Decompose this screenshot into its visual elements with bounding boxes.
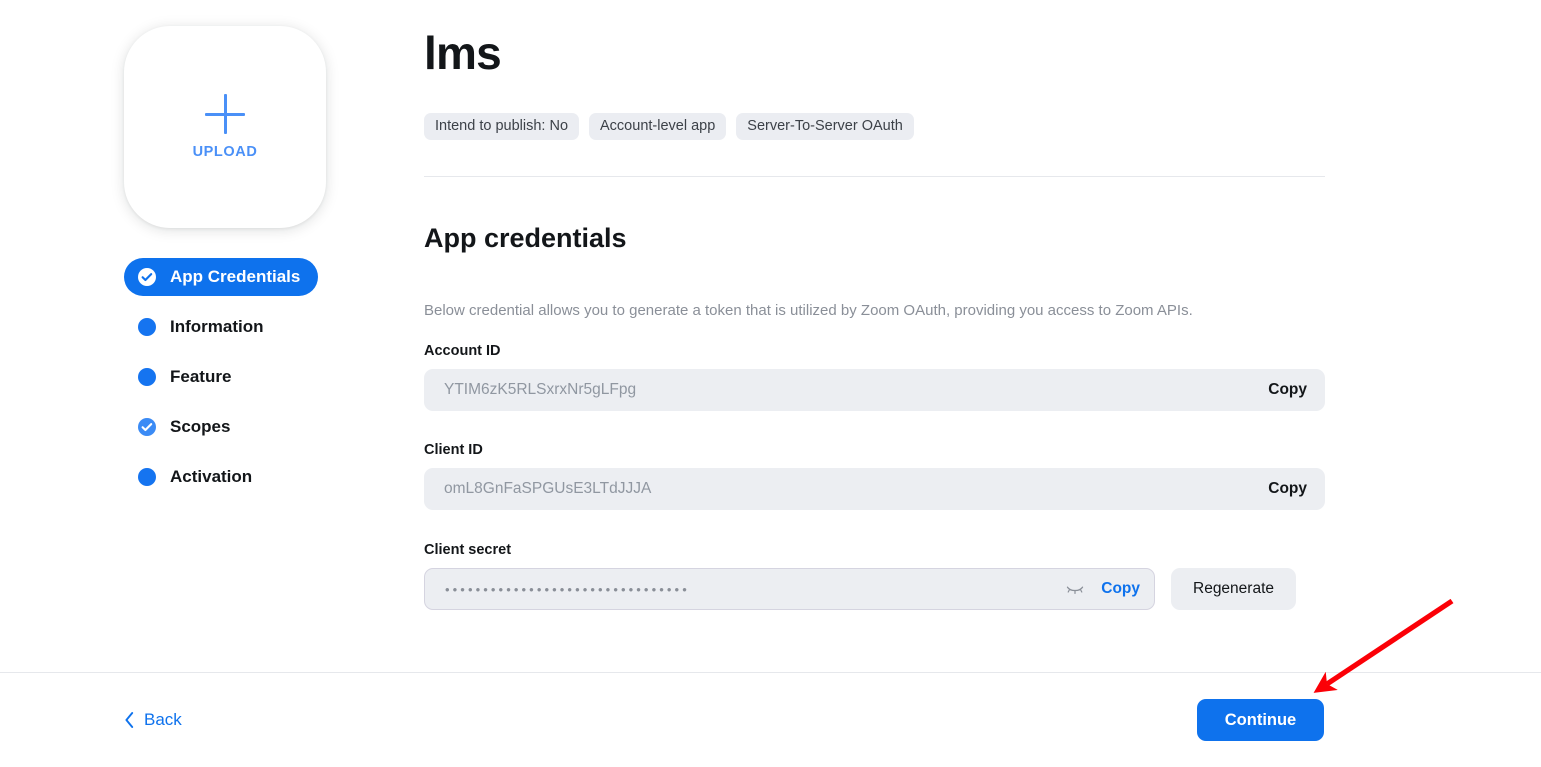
client-secret-input[interactable]: •••••••••••••••••••••••••••••••• Copy: [424, 568, 1155, 610]
client-secret-label: Client secret: [424, 542, 1296, 558]
sidebar-item-activation[interactable]: Activation: [124, 458, 270, 496]
regenerate-secret-button[interactable]: Regenerate: [1171, 568, 1296, 610]
check-circle-icon: [138, 418, 156, 436]
dot-icon: [138, 318, 156, 336]
client-id-input[interactable]: omL8GnFaSPGUsE3LTdJJJA Copy: [424, 468, 1325, 510]
main-content: lms Intend to publish: No Account-level …: [424, 0, 1541, 672]
dot-icon: [138, 368, 156, 386]
eye-closed-icon[interactable]: [1065, 581, 1085, 597]
plus-icon: [205, 94, 245, 134]
sidebar-item-label: Activation: [170, 467, 252, 487]
check-circle-icon: [138, 268, 156, 286]
sidebar-item-label: Feature: [170, 367, 231, 387]
copy-client-secret-button[interactable]: Copy: [1101, 580, 1140, 598]
copy-account-id-button[interactable]: Copy: [1268, 381, 1307, 399]
account-id-value: YTIM6zK5RLSxrxNr5gLFpg: [444, 381, 1268, 399]
client-secret-masked-value: ••••••••••••••••••••••••••••••••: [445, 583, 1065, 596]
header-divider: [424, 176, 1325, 177]
sidebar-item-information[interactable]: Information: [124, 308, 282, 346]
app-tag-list: Intend to publish: No Account-level app …: [424, 113, 914, 140]
continue-button[interactable]: Continue: [1197, 699, 1324, 741]
footer-bar: Back Continue: [0, 672, 1541, 767]
client-id-value: omL8GnFaSPGUsE3LTdJJJA: [444, 480, 1268, 498]
status-badge: Server-To-Server OAuth: [736, 113, 914, 140]
upload-label: UPLOAD: [193, 144, 258, 160]
chevron-left-icon: [124, 711, 135, 729]
dot-icon: [138, 468, 156, 486]
client-secret-field-group: Client secret ••••••••••••••••••••••••••…: [424, 542, 1296, 610]
step-navigation: App Credentials Information Feature Scop…: [124, 258, 364, 508]
left-sidebar: UPLOAD App Credentials Information Featu…: [0, 0, 420, 672]
client-id-field-group: Client ID omL8GnFaSPGUsE3LTdJJJA Copy: [424, 442, 1325, 510]
sidebar-item-feature[interactable]: Feature: [124, 358, 249, 396]
sidebar-item-label: Information: [170, 317, 264, 337]
app-credentials-page: UPLOAD App Credentials Information Featu…: [0, 0, 1541, 766]
account-id-input[interactable]: YTIM6zK5RLSxrxNr5gLFpg Copy: [424, 369, 1325, 411]
section-description: Below credential allows you to generate …: [424, 302, 1193, 319]
copy-client-id-button[interactable]: Copy: [1268, 480, 1307, 498]
account-id-field-group: Account ID YTIM6zK5RLSxrxNr5gLFpg Copy: [424, 343, 1325, 411]
page-title: lms: [424, 30, 501, 76]
client-id-label: Client ID: [424, 442, 1325, 458]
sidebar-item-scopes[interactable]: Scopes: [124, 408, 248, 446]
upload-app-icon-button[interactable]: UPLOAD: [124, 26, 326, 228]
back-button[interactable]: Back: [124, 710, 182, 730]
section-title: App credentials: [424, 223, 627, 254]
back-label: Back: [144, 710, 182, 730]
account-id-label: Account ID: [424, 343, 1325, 359]
client-secret-row: •••••••••••••••••••••••••••••••• Copy Re…: [424, 568, 1296, 610]
status-badge: Account-level app: [589, 113, 726, 140]
sidebar-item-app-credentials[interactable]: App Credentials: [124, 258, 318, 296]
sidebar-item-label: Scopes: [170, 417, 230, 437]
status-badge: Intend to publish: No: [424, 113, 579, 140]
sidebar-item-label: App Credentials: [170, 267, 300, 287]
